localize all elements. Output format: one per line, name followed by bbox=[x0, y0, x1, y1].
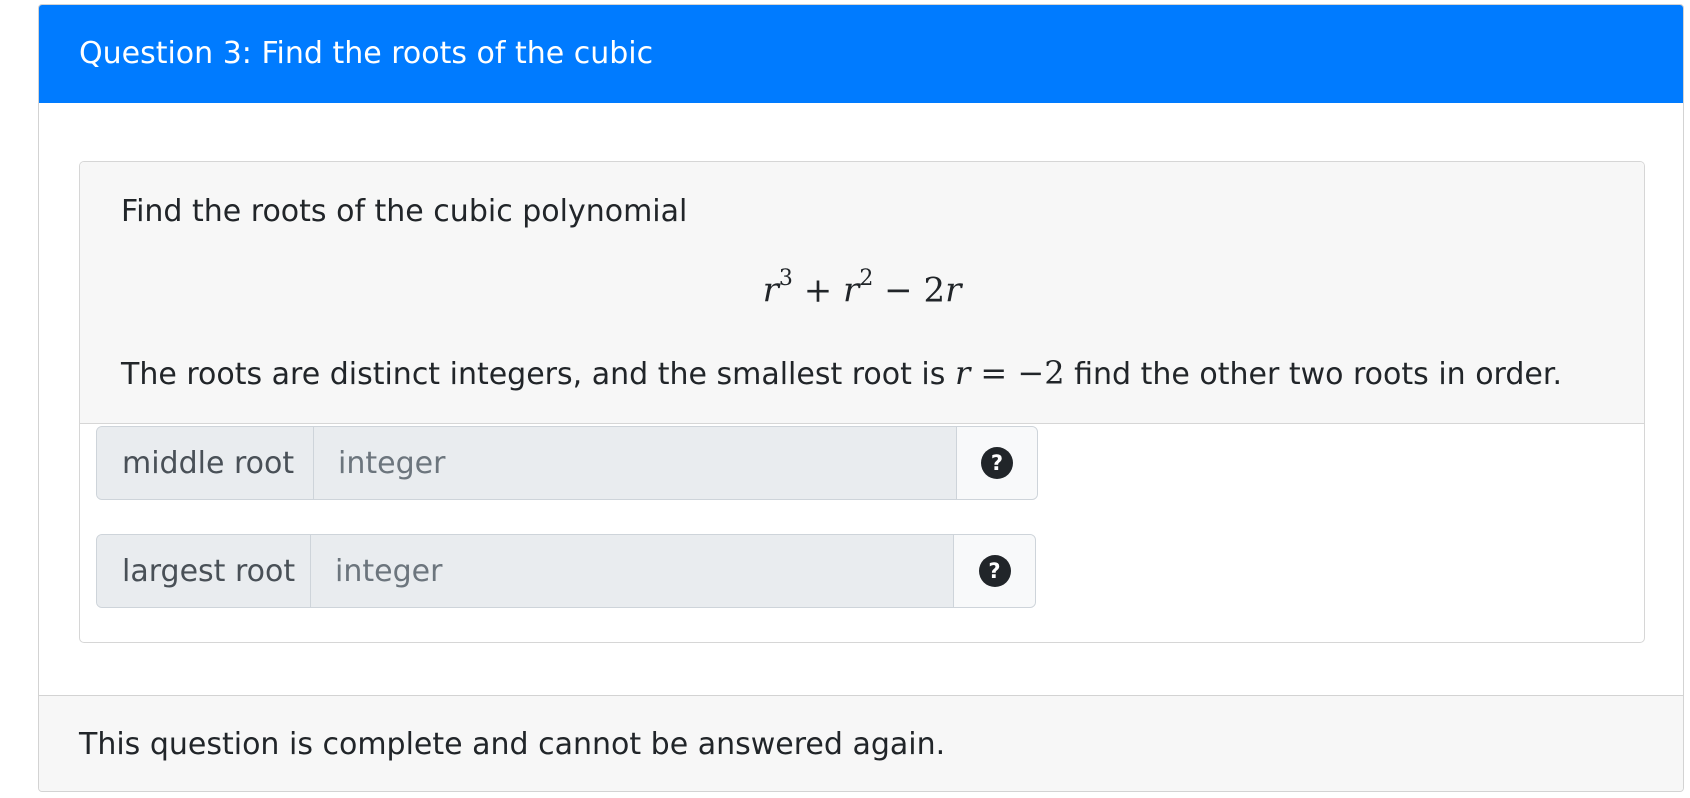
eq-var-1: r bbox=[762, 270, 779, 311]
middle-root-group: middle root ? bbox=[96, 426, 1038, 500]
middle-root-input[interactable] bbox=[314, 427, 956, 499]
largest-root-group: largest root ? bbox=[96, 534, 1036, 608]
completion-status: This question is complete and cannot be … bbox=[39, 695, 1683, 791]
question-body: Find the roots of the cubic polynomial r… bbox=[80, 162, 1644, 424]
question-panel: Find the roots of the cubic polynomial r… bbox=[79, 161, 1645, 643]
question-title: Question 3: Find the roots of the cubic bbox=[39, 5, 1683, 103]
question-intro: Find the roots of the cubic polynomial bbox=[121, 194, 688, 229]
question-card: Question 3: Find the roots of the cubic … bbox=[38, 4, 1684, 792]
eq-exp-2: 2 bbox=[859, 266, 874, 291]
statement-math: r = −2 bbox=[955, 354, 1065, 392]
largest-root-input[interactable] bbox=[311, 535, 953, 607]
largest-root-help-button[interactable]: ? bbox=[953, 535, 1035, 607]
statement-math-var: r bbox=[954, 354, 971, 392]
eq-exp-3: 3 bbox=[778, 266, 793, 291]
largest-root-label: largest root bbox=[97, 535, 311, 607]
question-circle-icon: ? bbox=[981, 447, 1013, 479]
statement-after: find the other two roots in order. bbox=[1064, 357, 1562, 392]
middle-root-help-button[interactable]: ? bbox=[956, 427, 1037, 499]
eq-plus: + bbox=[803, 270, 833, 311]
statement-before: The roots are distinct integers, and the… bbox=[121, 357, 955, 392]
middle-root-label: middle root bbox=[97, 427, 314, 499]
statement-math-rest: = −2 bbox=[970, 354, 1065, 392]
question-circle-icon: ? bbox=[978, 555, 1011, 587]
question-statement: The roots are distinct integers, and the… bbox=[121, 354, 1562, 392]
eq-minus: − bbox=[884, 270, 913, 311]
eq-var-2: r bbox=[843, 270, 860, 311]
cubic-equation: r3 + r2 − 2r bbox=[80, 266, 1644, 311]
eq-var-3: r bbox=[945, 270, 962, 311]
eq-coeff: 2 bbox=[923, 270, 946, 311]
